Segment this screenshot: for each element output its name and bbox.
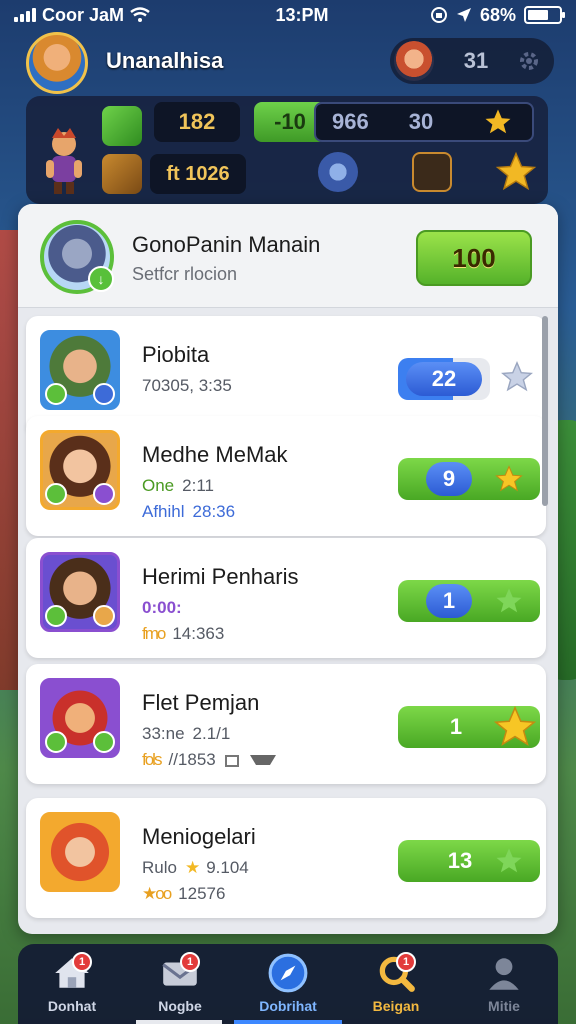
- claim-button[interactable]: 100: [416, 230, 532, 286]
- item-avatar: [40, 430, 120, 510]
- rank-number: 1: [426, 584, 472, 618]
- nav-label: Donhat: [47, 998, 97, 1014]
- resource-coins: ft 1026: [150, 154, 246, 194]
- item-stats: Rulo ★ 9.104: [142, 858, 249, 877]
- featured-subtitle: Setfcr rlocion: [132, 264, 238, 284]
- nav-mail[interactable]: 1 Nogbe: [126, 944, 234, 1024]
- item-avatar: [40, 812, 120, 892]
- rank-pill[interactable]: 1: [398, 705, 540, 748]
- star-icon: [496, 848, 522, 873]
- compass-icon: [268, 953, 308, 993]
- download-icon: ↓: [88, 266, 114, 292]
- list-item[interactable]: Herimi Penharis 0:00: fmo 14:363 1: [26, 538, 546, 658]
- emblem-icon[interactable]: [318, 152, 358, 192]
- gear-icon[interactable]: [518, 50, 540, 72]
- item-stats: 33:ne 2.1/1: [142, 724, 231, 743]
- location-icon: [456, 8, 471, 22]
- list-item[interactable]: Meniogelari Rulo ★ 9.104 ★oo 12576 13: [26, 798, 546, 918]
- friend-avatar: [394, 41, 434, 81]
- item-name: Piobita: [142, 342, 210, 367]
- rotation-lock-icon: [430, 7, 447, 23]
- item-name: Herimi Penharis: [142, 564, 299, 589]
- nav-explore[interactable]: Dobrihat: [234, 944, 342, 1024]
- item-time: fmo 14:363: [142, 624, 225, 643]
- rank-number: 1: [449, 714, 463, 739]
- nav-home[interactable]: 1 Donhat: [18, 944, 126, 1024]
- notification-badge: 1: [72, 952, 92, 972]
- nav-label: Beigan: [372, 998, 420, 1014]
- star-outline-icon[interactable]: [500, 360, 534, 394]
- friend-pill[interactable]: 31: [390, 38, 554, 84]
- carrier-label: Coor JaM: [42, 4, 125, 25]
- notification-badge: 1: [396, 952, 416, 972]
- chart-icon: [224, 755, 239, 767]
- rank-number: 9: [426, 462, 472, 496]
- item-time: ★oo 12576: [142, 884, 226, 903]
- hero-icon: [46, 128, 82, 194]
- resource-panel: 182 -10 966 30 ft 1026: [26, 96, 548, 204]
- item-avatar: [40, 330, 120, 410]
- rank-pill[interactable]: 1: [398, 580, 540, 622]
- username: Unanalhisa: [106, 48, 224, 73]
- resource-966: 966 30: [314, 102, 534, 142]
- item-name: Medhe MeMak: [142, 442, 288, 467]
- signal-icon: [14, 8, 36, 22]
- status-time: 13:PM: [275, 4, 329, 25]
- list-item[interactable]: Flet Pemjan 33:ne 2.1/1 fols//1853 1: [26, 664, 546, 784]
- item-name: Meniogelari: [142, 824, 256, 849]
- wifi-icon: [130, 7, 150, 22]
- gem-icon: [102, 106, 142, 146]
- list-item[interactable]: Medhe MeMak One 2:11 Afhihl 28:36 9: [26, 416, 546, 536]
- flag-icon: [249, 755, 276, 765]
- nav-label: Dobrihat: [259, 998, 317, 1014]
- leaderboard-card: ↓ GonoPanin Manain Setfcr rlocion 100 Pi…: [18, 204, 558, 934]
- rank-pill[interactable]: 13: [398, 840, 540, 882]
- chest-icon: [102, 154, 142, 194]
- friend-count: 31: [463, 48, 489, 73]
- nav-label: Nogbe: [158, 998, 202, 1014]
- magnifier-icon[interactable]: [412, 152, 452, 192]
- profile-icon: [489, 958, 519, 990]
- header: Unanalhisa 31: [0, 30, 576, 94]
- player-avatar[interactable]: [26, 32, 88, 94]
- item-avatar: [40, 678, 120, 758]
- item-name: Flet Pemjan: [142, 690, 260, 715]
- item-stats: 70305, 3:35: [142, 376, 232, 395]
- nav-search[interactable]: 1 Beigan: [342, 944, 450, 1024]
- rank-pill[interactable]: 9: [398, 458, 540, 500]
- status-bar: Coor JaM 13:PM 68%: [0, 0, 576, 30]
- star-icon: [485, 109, 511, 134]
- star-icon: [493, 705, 537, 746]
- item-time: fols//1853: [142, 750, 278, 770]
- bottom-nav: 1 Donhat 1 Nogbe Dobrihat 1 Beigan Mitie: [18, 944, 558, 1024]
- star-icon: [495, 465, 523, 492]
- battery-percent: 68%: [479, 4, 516, 25]
- item-stats: One 2:11: [142, 476, 214, 495]
- featured-avatar: ↓: [40, 220, 114, 294]
- resource-182: 182: [154, 102, 240, 142]
- featured-title: GonoPanin Manain: [132, 232, 321, 257]
- item-avatar: [40, 552, 120, 632]
- star-icon: [496, 588, 522, 613]
- scrollbar[interactable]: [542, 316, 548, 506]
- item-stats: 0:00:: [142, 598, 182, 617]
- battery-icon: [524, 6, 565, 24]
- item-time: Afhihl 28:36: [142, 502, 236, 521]
- rank-number: 22: [406, 362, 482, 396]
- bonus-star-icon[interactable]: [494, 150, 538, 194]
- featured-row[interactable]: ↓ GonoPanin Manain Setfcr rlocion 100: [18, 204, 558, 308]
- rank-number: 13: [447, 848, 473, 873]
- notification-badge: 1: [180, 952, 200, 972]
- nav-profile[interactable]: Mitie: [450, 944, 558, 1024]
- nav-label: Mitie: [488, 998, 520, 1014]
- rank-pill[interactable]: 22: [398, 358, 490, 400]
